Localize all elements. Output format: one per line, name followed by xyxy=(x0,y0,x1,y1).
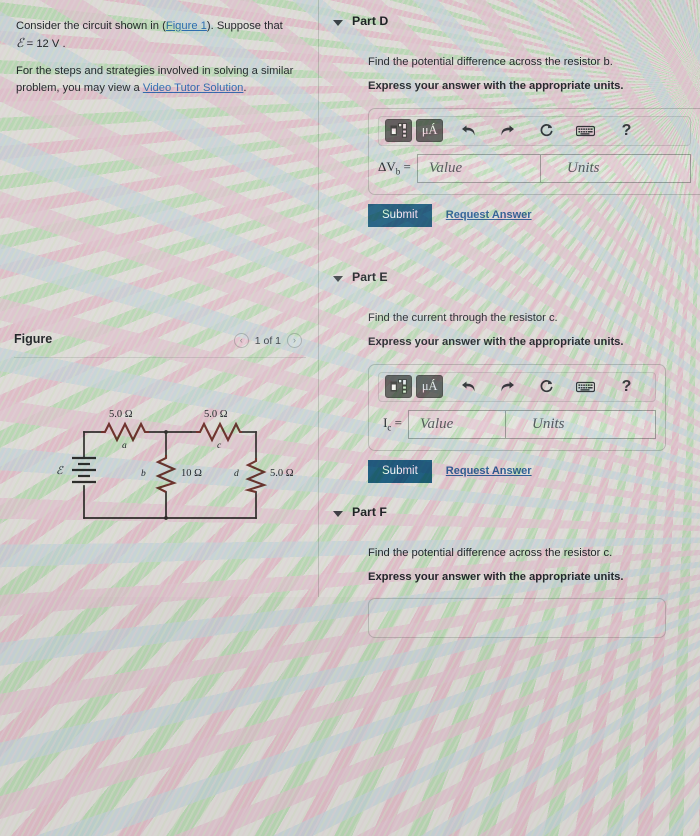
part-D-instruction: Express your answer with the appropriate… xyxy=(368,79,624,92)
resistor-d xyxy=(244,458,268,494)
keyboard-icon[interactable] xyxy=(573,375,598,398)
help-icon[interactable]: ? xyxy=(614,119,639,142)
problem-line-2: For the steps and strategies involved in… xyxy=(16,63,304,95)
figure-header: Figure ‹ 1 of 1 › xyxy=(14,330,306,356)
tutor-text-post: . xyxy=(243,81,247,94)
part-D-answer-card: μÁ ? ΔVb = Value Units xyxy=(368,107,700,195)
resistor-c-label: c xyxy=(217,441,222,451)
circuit-svg: ℰ 5.0 Ω a 5.0 Ω c b 10 Ω d 5.0 Ω xyxy=(56,409,294,520)
part-section-D: Part D Find the potential difference acr… xyxy=(319,14,700,227)
part-D-answer-label: ΔVb = xyxy=(378,159,417,177)
resistor-a-value: 5.0 Ω xyxy=(109,409,133,420)
reset-icon[interactable] xyxy=(534,375,559,398)
battery-label: ℰ xyxy=(56,465,64,477)
part-D-toolbar: μÁ ? xyxy=(378,115,691,146)
reset-icon[interactable] xyxy=(534,119,559,142)
figure-pane: Consider the circuit shown in (Figure 1)… xyxy=(0,0,318,597)
problem-text-pre: Consider the circuit shown in ( xyxy=(16,20,166,32)
emf-symbol: ℰ xyxy=(16,36,24,51)
part-F-title: Part F xyxy=(352,505,387,519)
problem-line-1: Consider the circuit shown in (Figure 1)… xyxy=(16,18,304,52)
figure-1-link[interactable]: Figure 1 xyxy=(166,20,207,32)
part-D-value-input[interactable]: Value xyxy=(416,153,541,183)
resistor-b-label: b xyxy=(141,469,146,479)
junction-bottom xyxy=(164,516,168,520)
emf-value: = 12 V . xyxy=(23,38,66,51)
part-E-field-row: Ic = Value Units xyxy=(378,409,656,439)
help-icon[interactable]: ? xyxy=(614,375,639,398)
resistor-b xyxy=(155,455,177,493)
battery-symbol xyxy=(72,456,96,484)
figure-divider xyxy=(14,357,306,358)
part-E-units-input[interactable]: Units xyxy=(506,409,656,439)
units-mu-a-icon[interactable]: μÁ xyxy=(416,375,443,399)
part-E-header[interactable]: Part E xyxy=(319,270,700,290)
keyboard-icon[interactable] xyxy=(573,119,598,142)
part-section-F: Part F Find the potential difference acr… xyxy=(319,505,700,638)
part-E-question: Find the current through the resistor c. xyxy=(368,312,558,324)
parts-pane: Part D Find the potential difference acr… xyxy=(319,0,700,638)
template-matrix-icon[interactable] xyxy=(385,119,412,143)
part-D-header[interactable]: Part D xyxy=(319,14,700,34)
part-D-submit-button[interactable]: Submit xyxy=(368,203,432,227)
part-E-submit-button[interactable]: Submit xyxy=(368,459,432,483)
part-F-question: Find the potential difference across the… xyxy=(368,547,613,559)
resistor-d-label: d xyxy=(234,469,239,479)
resistor-a-label: a xyxy=(122,441,127,451)
circuit-diagram: ℰ 5.0 Ω a 5.0 Ω c b 10 Ω d 5.0 Ω xyxy=(6,400,306,535)
part-D-actions: Submit Request Answer xyxy=(368,203,700,227)
part-E-label-eq: = xyxy=(391,415,402,431)
part-F-answer-card xyxy=(368,597,666,638)
part-E-toolbar: μÁ ? xyxy=(378,371,656,402)
part-D-units-input[interactable]: Units xyxy=(541,153,691,183)
video-tutor-solution-link[interactable]: Video Tutor Solution xyxy=(143,82,244,94)
resistor-c xyxy=(196,421,242,443)
part-section-E: Part E Find the current through the resi… xyxy=(319,270,700,483)
part-E-answer-label: Ic = xyxy=(378,415,408,433)
resistor-b-value: 10 Ω xyxy=(181,468,202,479)
part-D-label-eq: = xyxy=(400,159,411,175)
part-E-actions: Submit Request Answer xyxy=(368,459,700,483)
units-mu-a-icon[interactable]: μÁ xyxy=(416,119,443,143)
part-E-value-input[interactable]: Value xyxy=(408,409,506,439)
part-F-header[interactable]: Part F xyxy=(319,505,700,525)
problem-statement: Consider the circuit shown in (Figure 1)… xyxy=(14,14,306,100)
figure-counter: 1 of 1 xyxy=(254,334,281,347)
pane-divider xyxy=(318,0,319,597)
part-E-instruction: Express your answer with the appropriate… xyxy=(368,335,624,348)
figure-next-icon[interactable]: › xyxy=(287,333,302,348)
figure-title: Figure xyxy=(14,332,53,346)
collapse-caret-icon[interactable] xyxy=(333,511,343,517)
part-D-question: Find the potential difference across the… xyxy=(368,56,613,68)
collapse-caret-icon[interactable] xyxy=(333,20,343,26)
part-E-answer-card: μÁ ? Ic = Value Units xyxy=(368,363,666,451)
part-D-title: Part D xyxy=(352,14,389,28)
resistor-a xyxy=(101,421,149,443)
part-E-title: Part E xyxy=(352,270,388,284)
undo-icon[interactable] xyxy=(456,375,481,398)
part-D-request-answer-link[interactable]: Request Answer xyxy=(446,209,532,221)
part-F-instruction: Express your answer with the appropriate… xyxy=(368,570,624,583)
resistor-d-value: 5.0 Ω xyxy=(270,468,294,479)
collapse-caret-icon[interactable] xyxy=(333,276,343,282)
junction-top xyxy=(164,430,168,434)
part-E-request-answer-link[interactable]: Request Answer xyxy=(446,465,532,477)
part-D-label-main: ΔV xyxy=(378,159,396,175)
part-D-field-row: ΔVb = Value Units xyxy=(378,153,691,183)
redo-icon[interactable] xyxy=(495,375,520,398)
figure-navigation: ‹ 1 of 1 › xyxy=(233,333,302,348)
resistor-c-value: 5.0 Ω xyxy=(204,409,228,420)
problem-text-post: ). Suppose that xyxy=(206,20,283,32)
redo-icon[interactable] xyxy=(495,119,520,142)
undo-icon[interactable] xyxy=(456,119,481,142)
template-matrix-icon[interactable] xyxy=(385,375,412,399)
figure-prev-icon[interactable]: ‹ xyxy=(233,333,249,348)
